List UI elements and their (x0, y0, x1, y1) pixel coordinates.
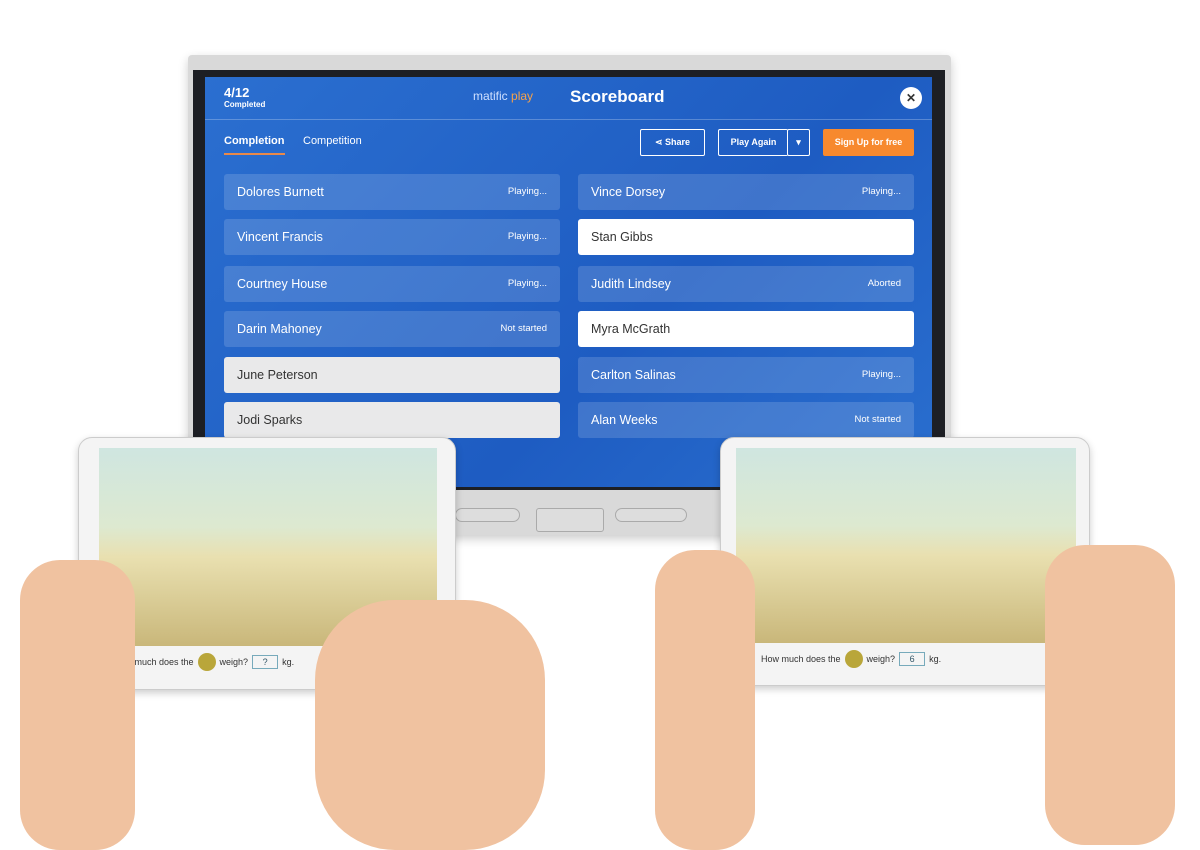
player-name: Courtney House (237, 277, 328, 291)
player-row[interactable]: Darin Mahoney Not started (224, 311, 560, 347)
player-name: Vince Dorsey (591, 185, 666, 199)
play-again-dropdown[interactable]: ▾ (787, 129, 810, 156)
player-name: Carlton Salinas (591, 368, 676, 382)
player-row[interactable]: Stan Gibbs (578, 219, 914, 255)
page-title: Scoreboard (570, 87, 665, 106)
share-icon: ⋖ (654, 137, 666, 147)
question-end: weigh? (866, 654, 896, 664)
hand-right-1 (655, 550, 755, 850)
tab-competition[interactable]: Competition (303, 135, 362, 147)
unit-label: kg. (282, 657, 295, 667)
marker-red (615, 508, 687, 522)
melon-icon (197, 653, 216, 671)
scoreboard-header: 4/12 Completed matific play Scoreboard ✕ (205, 77, 932, 120)
close-button[interactable]: ✕ (900, 87, 922, 109)
player-row[interactable]: Vince Dorsey Playing... (578, 174, 914, 210)
brand-text: matific (473, 89, 508, 103)
player-status: Not started (854, 414, 901, 425)
completed-counter: 4/12 Completed (224, 85, 265, 109)
brand-play: play (511, 89, 534, 103)
player-name: Judith Lindsey (591, 277, 671, 291)
hand-right-2 (1045, 545, 1175, 845)
question-text: How much does the (761, 654, 841, 664)
player-row[interactable]: Myra McGrath (578, 311, 914, 347)
player-status: Playing... (507, 231, 547, 242)
tab-completion[interactable]: Completion (224, 135, 285, 155)
signup-button[interactable]: Sign Up for free (823, 129, 914, 156)
player-row[interactable]: Jodi Sparks (224, 402, 560, 438)
question-end: weigh? (219, 657, 249, 667)
player-row[interactable]: Vincent Francis Playing... (224, 219, 560, 255)
question-bar: How much does the weigh? 6 kg. (761, 650, 941, 668)
chevron-down-icon: ▾ (796, 137, 801, 147)
completed-count: 4/12 (224, 85, 250, 100)
share-label: Share (665, 137, 691, 147)
player-name: Vincent Francis (237, 230, 323, 244)
player-status: Playing... (507, 278, 547, 289)
player-name: Alan Weeks (591, 413, 658, 427)
hand-left (20, 560, 135, 850)
close-icon: ✕ (905, 91, 917, 105)
melon-icon (844, 650, 863, 668)
completed-label: Completed (224, 100, 266, 109)
player-status: Playing... (507, 186, 547, 197)
player-row[interactable]: Carlton Salinas Playing... (578, 357, 914, 393)
player-row[interactable]: Judith Lindsey Aborted (578, 266, 914, 302)
play-again-button[interactable]: Play Again (718, 129, 788, 156)
marker-green (455, 508, 520, 522)
matific-logo: matific play (473, 89, 533, 103)
tablet-right: How much does the weigh? 6 kg. (720, 437, 1090, 686)
answer-input[interactable]: ? (252, 655, 279, 669)
player-status: Not started (500, 323, 547, 334)
player-name: Jodi Sparks (237, 413, 303, 427)
player-name: Dolores Burnett (237, 185, 324, 199)
player-name: June Peterson (237, 368, 318, 382)
hand-pointing (315, 600, 545, 850)
scoreboard-screen: 4/12 Completed matific play Scoreboard ✕ … (205, 77, 932, 487)
player-name: Darin Mahoney (237, 322, 322, 336)
question-bar: How much does the weigh?? kg. (114, 653, 294, 671)
balance-scale-game (736, 448, 1076, 643)
eraser (536, 508, 604, 532)
player-row[interactable]: Alan Weeks Not started (578, 402, 914, 438)
player-status: Playing... (861, 186, 901, 197)
player-status: Playing... (861, 369, 901, 380)
player-status: Aborted (867, 278, 901, 289)
player-row[interactable]: Courtney House Playing... (224, 266, 560, 302)
player-row[interactable]: June Peterson (224, 357, 560, 393)
unit-label: kg. (929, 654, 942, 664)
answer-input[interactable]: 6 (899, 652, 926, 666)
player-name: Stan Gibbs (591, 230, 653, 244)
player-row[interactable]: Dolores Burnett Playing... (224, 174, 560, 210)
share-button[interactable]: ⋖ Share (640, 129, 705, 156)
player-name: Myra McGrath (591, 322, 671, 336)
